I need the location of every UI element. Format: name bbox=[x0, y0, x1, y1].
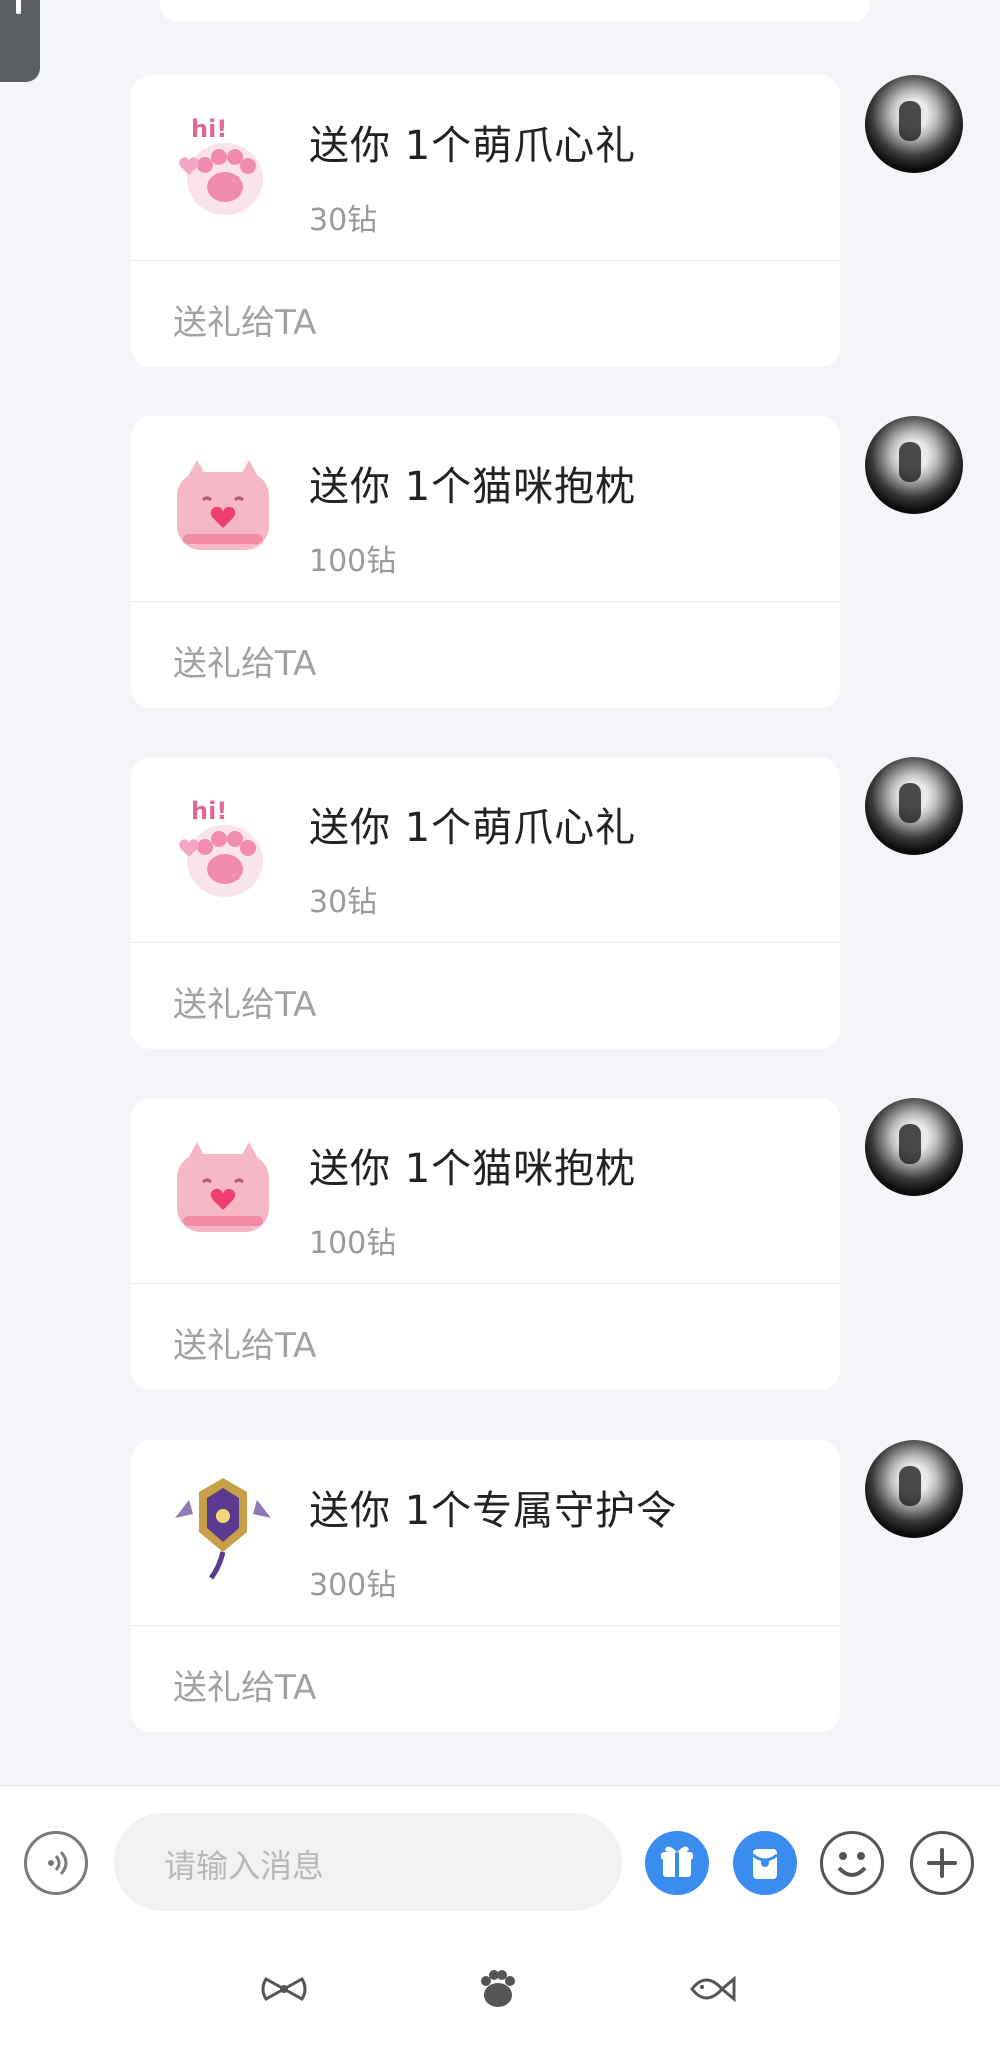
emoji-icon[interactable] bbox=[820, 1831, 884, 1895]
fish-icon[interactable] bbox=[684, 1961, 740, 2017]
gift-title: 送你 1个萌爪心礼 bbox=[309, 123, 637, 169]
gift-price: 30钻 bbox=[309, 203, 378, 238]
gift-card: hi! 送你 1个萌爪心礼 30钻 送礼给TA bbox=[131, 757, 840, 1049]
red-packet-icon[interactable] bbox=[733, 1831, 797, 1895]
avatar[interactable] bbox=[865, 75, 963, 173]
paw-heart-hi-icon: hi! bbox=[163, 107, 283, 227]
gift-icon[interactable] bbox=[645, 1831, 709, 1895]
gift-price: 100钻 bbox=[309, 544, 397, 579]
divider bbox=[131, 942, 840, 943]
avatar[interactable] bbox=[865, 1440, 963, 1538]
send-gift-button[interactable]: 送礼给TA bbox=[173, 1660, 316, 1709]
gift-price: 300钻 bbox=[309, 1568, 397, 1603]
message-item: 送你 1个专属守护令 300钻 送礼给TA bbox=[0, 1440, 1000, 1732]
gift-card: 送你 1个猫咪抱枕 100钻 送礼给TA bbox=[131, 416, 840, 708]
voice-icon[interactable] bbox=[24, 1831, 88, 1895]
cat-pillow-icon bbox=[163, 448, 283, 568]
message-item: hi! 送你 1个萌爪心礼 30钻 送礼给TA bbox=[0, 75, 1000, 367]
cat-pillow-icon bbox=[163, 1130, 283, 1250]
divider bbox=[131, 260, 840, 261]
message-input[interactable]: 请输入消息 bbox=[114, 1813, 622, 1911]
plus-icon[interactable] bbox=[910, 1831, 974, 1895]
send-gift-button[interactable]: 送礼给TA bbox=[173, 636, 316, 685]
message-item: hi! 送你 1个萌爪心礼 30钻 送礼给TA bbox=[0, 757, 1000, 1049]
message-item: 送你 1个猫咪抱枕 100钻 送礼给TA bbox=[0, 1098, 1000, 1390]
previous-message-card bbox=[160, 0, 870, 22]
gift-card: 送你 1个专属守护令 300钻 送礼给TA bbox=[131, 1440, 840, 1732]
send-gift-button[interactable]: 送礼给TA bbox=[173, 1318, 316, 1367]
gift-title: 送你 1个萌爪心礼 bbox=[309, 805, 637, 851]
gift-title: 送你 1个猫咪抱枕 bbox=[309, 1146, 637, 1192]
message-input-placeholder: 请输入消息 bbox=[164, 1847, 325, 1885]
paw-heart-hi-icon: hi! bbox=[163, 789, 283, 909]
gift-price: 100钻 bbox=[309, 1226, 397, 1261]
composer-bar: 请输入消息 bbox=[0, 1785, 1000, 2051]
divider bbox=[131, 1625, 840, 1626]
svg-text:hi!: hi! bbox=[191, 797, 227, 825]
avatar[interactable] bbox=[865, 757, 963, 855]
gift-card: 送你 1个猫咪抱枕 100钻 送礼给TA bbox=[131, 1098, 840, 1390]
guardian-badge-icon bbox=[163, 1472, 283, 1592]
message-item: 送你 1个猫咪抱枕 100钻 送礼给TA bbox=[0, 416, 1000, 708]
svg-text:hi!: hi! bbox=[191, 115, 227, 143]
gift-title: 送你 1个猫咪抱枕 bbox=[309, 464, 637, 510]
gift-card: hi! 送你 1个萌爪心礼 30钻 送礼给TA bbox=[131, 75, 840, 367]
avatar[interactable] bbox=[865, 1098, 963, 1196]
send-gift-button[interactable]: 送礼给TA bbox=[173, 295, 316, 344]
paw-icon[interactable] bbox=[470, 1961, 526, 2017]
avatar[interactable] bbox=[865, 416, 963, 514]
divider bbox=[131, 1283, 840, 1284]
gift-title: 送你 1个专属守护令 bbox=[309, 1488, 678, 1534]
gift-price: 30钻 bbox=[309, 885, 378, 920]
divider bbox=[131, 601, 840, 602]
send-gift-button[interactable]: 送礼给TA bbox=[173, 977, 316, 1026]
bow-icon[interactable] bbox=[256, 1961, 312, 2017]
floating-side-tab[interactable] bbox=[0, 0, 40, 82]
